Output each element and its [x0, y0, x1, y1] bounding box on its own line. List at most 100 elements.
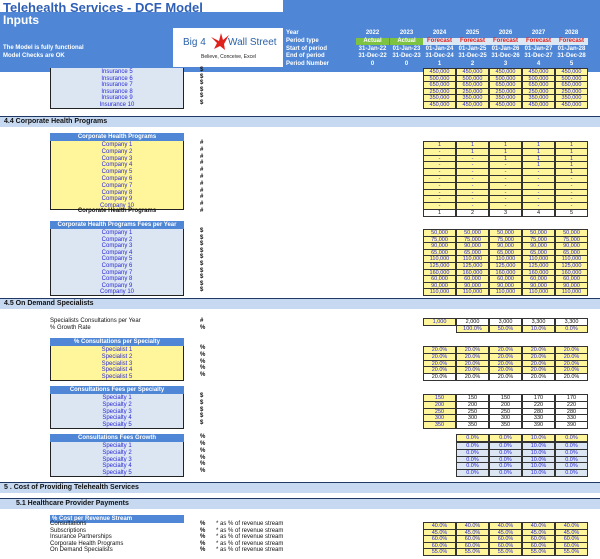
specialty-growth-cell[interactable]: 0.0% — [489, 469, 522, 478]
header-cell-years: 2026 — [498, 30, 513, 36]
header-cell-end: 31-Dec-28 — [557, 53, 586, 59]
company-fee-cell[interactable]: 110,000 — [522, 288, 555, 297]
company-fee-cell[interactable]: 110,000 — [423, 288, 456, 297]
specialty-fee-cell[interactable]: 390 — [555, 421, 588, 430]
specialist-pct-cell[interactable]: 20.0% — [423, 373, 456, 382]
insurance-value-cell[interactable]: 450,000 — [555, 101, 588, 109]
consultations-cell[interactable]: 1,000 — [423, 318, 456, 326]
specialty-fee-cell[interactable]: 350 — [423, 421, 456, 430]
section-header: 4.4 Corporate Health Programs — [0, 116, 600, 127]
unit-symbol: % — [200, 540, 206, 547]
fees-growth-header-cell[interactable]: 0.0% — [555, 434, 588, 442]
header-cell-period-types: Forecast — [423, 38, 456, 45]
insurance-label: Insurance 10 — [50, 101, 184, 109]
unit-symbol: $ — [200, 228, 204, 234]
unit-symbol: # — [200, 187, 204, 194]
header-cell-period-number: 3 — [503, 61, 508, 67]
revenue-stream-note: * as % of revenue stream — [216, 540, 284, 547]
growth-rate-cell[interactable]: 0.0% — [555, 325, 588, 333]
fees-growth-header-cell[interactable]: 10.0% — [522, 434, 555, 442]
growth-rate-cell[interactable]: 50.0% — [489, 325, 522, 333]
fees-growth-header-cell[interactable]: 0.0% — [456, 434, 489, 442]
revenue-stream-label: Insurance Partnerships — [50, 534, 112, 541]
unit-symbol: $ — [200, 73, 204, 80]
consultation-fees-header: Consultations Fees per Specialty — [50, 386, 184, 394]
corporate-programs-header: Corporate Health Programs — [50, 133, 184, 141]
unit-symbol: $ — [200, 267, 204, 274]
cost-pct-cell[interactable]: 55.0% — [555, 548, 588, 557]
unit-symbol: $ — [200, 393, 204, 399]
unit-symbol: # — [200, 153, 204, 160]
header-cell-years: 2024 — [432, 30, 447, 36]
header-row-label: Year — [286, 30, 299, 36]
specialty-fee-cell[interactable]: 390 — [522, 421, 555, 430]
section-header: 4.5 On Demand Specialists — [0, 298, 600, 309]
header-cell-period-types: Forecast — [555, 38, 588, 45]
header-cell-period-types: Forecast — [489, 38, 522, 45]
model-status-note: The Model is fully functional — [3, 45, 84, 51]
revenue-stream-label: Corporate Health Programs — [50, 540, 124, 547]
header-cell-period-number: 5 — [569, 61, 574, 67]
specialist-pct-cell[interactable]: 20.0% — [522, 373, 555, 382]
header-cell-period-number: 1 — [437, 61, 442, 67]
header-cell-period-types: Actual — [356, 38, 389, 45]
header-cell-start: 01-Jan-27 — [524, 46, 553, 52]
header-cell-start: 01-Jan-28 — [557, 46, 586, 52]
cost-pct-cell[interactable]: 55.0% — [522, 548, 555, 557]
specialist-pct-cell[interactable]: 20.0% — [555, 373, 588, 382]
corporate-total-cell[interactable]: 4 — [522, 209, 555, 217]
company-fee-cell[interactable]: 110,000 — [456, 288, 489, 297]
revenue-stream-label: On Demand Specialists — [50, 547, 113, 554]
header-cell-period-number: 4 — [536, 61, 541, 67]
corporate-fees-header: Corporate Health Programs Fees per Year — [50, 221, 184, 229]
header-cell-start: 31-Jan-22 — [358, 46, 387, 52]
growth-rate-cell[interactable]: 10.0% — [522, 325, 555, 333]
unit-symbol: $ — [200, 93, 204, 100]
insurance-value-cell[interactable]: 450,000 — [489, 101, 522, 109]
header-row-label: Start of period — [286, 46, 328, 52]
section-header: 5 . Cost of Providing Telehealth Service… — [0, 482, 600, 493]
unit-symbol: % — [200, 345, 206, 351]
company-fee-cell[interactable]: 110,000 — [489, 288, 522, 297]
header-cell-end: 31-Dec-27 — [524, 53, 553, 59]
specialty-growth-cell[interactable]: 10.0% — [522, 469, 555, 478]
unit-symbol: $ — [200, 420, 204, 427]
header-cell-end: 31-Dec-26 — [491, 53, 520, 59]
revenue-stream-label: Subscriptions — [50, 527, 87, 534]
specialty-growth-cell[interactable]: 0.0% — [555, 469, 588, 478]
header-cell-period-number: 0 — [370, 61, 375, 67]
corporate-total-cell[interactable]: 1 — [423, 209, 456, 217]
unit-symbol: $ — [200, 261, 204, 267]
unit-symbol: $ — [200, 80, 204, 87]
unit-symbol: % — [200, 372, 206, 379]
specialty-fee-cell[interactable]: 350 — [456, 421, 489, 430]
specialty-fee-cell[interactable]: 350 — [489, 421, 522, 430]
company-fee-cell[interactable]: 110,000 — [555, 288, 588, 297]
pct-consultations-header: % Consultations per Specialty — [50, 338, 184, 346]
specialist-pct-cell[interactable]: 20.0% — [456, 373, 489, 382]
header-band-right — [283, 0, 600, 12]
header-cell-period-types: Forecast — [522, 38, 555, 45]
insurance-value-cell[interactable]: 450,000 — [522, 101, 555, 109]
unit-symbol: # — [200, 180, 204, 187]
corporate-total-cell[interactable]: 5 — [555, 209, 588, 217]
cost-pct-cell[interactable]: 55.0% — [456, 548, 489, 557]
specialist-pct-cell[interactable]: 20.0% — [489, 373, 522, 382]
insurance-value-cell[interactable]: 450,000 — [423, 101, 456, 109]
corporate-total-cell[interactable]: 3 — [489, 209, 522, 217]
unit-symbol: % — [200, 447, 206, 454]
fees-growth-header-cell[interactable]: 0.0% — [489, 434, 522, 442]
header-cell-end: 31-Dec-22 — [358, 53, 387, 59]
insurance-value-cell[interactable]: 450,000 — [456, 101, 489, 109]
growth-rate-cell[interactable]: 100.0% — [456, 325, 489, 333]
cost-pct-cell[interactable]: 55.0% — [423, 548, 456, 557]
unit-symbol: % — [200, 534, 206, 541]
header-cell-start: 01-Jan-24 — [425, 46, 454, 52]
revenue-stream-note: * as % of revenue stream — [216, 547, 284, 554]
unit-symbol: $ — [200, 287, 204, 294]
section-title: 5.1 Healthcare Provider Payments — [16, 500, 129, 507]
cost-pct-cell[interactable]: 55.0% — [489, 548, 522, 557]
specialty-growth-cell[interactable]: 0.0% — [456, 469, 489, 478]
corporate-total-cell[interactable]: 2 — [456, 209, 489, 217]
unit-symbol: # — [200, 174, 204, 180]
